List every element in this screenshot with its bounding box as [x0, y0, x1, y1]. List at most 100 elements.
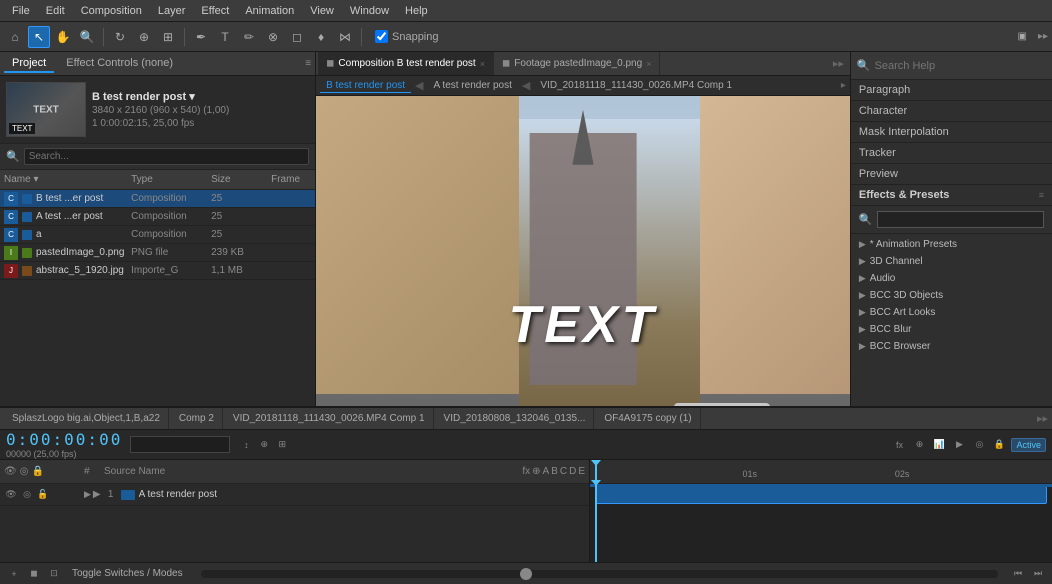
tl-footer-btn-2[interactable]: ◼ — [26, 566, 42, 582]
tab-project[interactable]: Project — [4, 55, 54, 73]
tool-type[interactable]: T — [214, 26, 236, 48]
timeline-tool-3[interactable]: ⊞ — [274, 437, 290, 453]
effects-item-3d-channel[interactable]: ▶ 3D Channel — [851, 253, 1052, 270]
tl-footer-btn-1[interactable]: + — [6, 566, 22, 582]
section-mask-interpolation[interactable]: Mask Interpolation — [851, 122, 1052, 143]
comp-tabs-more[interactable]: ▸▸ — [829, 57, 848, 70]
effects-item-bcc-blur[interactable]: ▶ BCC Blur — [851, 321, 1052, 338]
file-row-3[interactable]: I pastedImage_0.png PNG file 239 KB — [0, 244, 315, 262]
effects-item-bcc-art-looks[interactable]: ▶ BCC Art Looks — [851, 304, 1052, 321]
tl-footer-btn-3[interactable]: ⊡ — [46, 566, 62, 582]
viewer-tab-0[interactable]: B test render post — [320, 79, 411, 93]
tl-btn-solo[interactable]: ◎ — [971, 437, 987, 453]
menu-composition[interactable]: Composition — [73, 3, 150, 19]
section-paragraph[interactable]: Paragraph — [851, 80, 1052, 101]
timeline-search[interactable] — [130, 436, 230, 453]
file-row-1[interactable]: C A test ...er post Composition 25 — [0, 208, 315, 226]
menu-help[interactable]: Help — [397, 3, 436, 19]
viewer-tab-1[interactable]: A test render post — [428, 79, 518, 92]
file-color-3 — [22, 248, 32, 258]
tool-hand[interactable]: ✋ — [52, 26, 74, 48]
tl-btn-lock[interactable]: 🔒 — [991, 437, 1007, 453]
tool-shape[interactable]: ⋈ — [334, 26, 356, 48]
section-character[interactable]: Character — [851, 101, 1052, 122]
track-clip-0[interactable] — [595, 486, 1048, 504]
chevron-3d-channel: ▶ — [859, 256, 866, 267]
snapping-checkbox[interactable] — [375, 30, 388, 43]
section-tracker[interactable]: Tracker — [851, 143, 1052, 164]
effects-search-input[interactable] — [877, 211, 1044, 228]
timeline-tab-0[interactable]: SplaszLogo big.ai,Object,1,B,a22 — [4, 408, 169, 429]
tool-brush[interactable]: ✏ — [238, 26, 260, 48]
timeline-scrubber[interactable] — [201, 570, 998, 578]
tool-camera-pan[interactable]: ⊞ — [157, 26, 179, 48]
comp-tab-0[interactable]: ◼ Composition B test render post × — [318, 52, 494, 75]
tl-btn-fx[interactable]: fx — [891, 437, 907, 453]
tool-pen[interactable]: ✒ — [190, 26, 212, 48]
timeline-layer-row-0[interactable]: 👁 ◎ 🔓 ▶ ▶ 1 A test render post — [0, 484, 589, 506]
search-help-input[interactable] — [875, 60, 1046, 72]
effects-item-bcc-3d-objects[interactable]: ▶ BCC 3D Objects — [851, 287, 1052, 304]
effects-label-animation-presets: * Animation Presets — [870, 239, 957, 250]
layer-lock-btn[interactable]: 🔓 — [36, 488, 50, 502]
tool-zoom[interactable]: 🔍 — [76, 26, 98, 48]
file-row-4[interactable]: J abstrac_5_1920.jpg Importe_G 1,1 MB — [0, 262, 315, 280]
timeline-tabs-more[interactable]: ▸▸ — [1037, 412, 1048, 425]
effects-item-bcc-browser[interactable]: ▶ BCC Browser — [851, 338, 1052, 355]
toggle-switches-btn[interactable]: Toggle Switches / Modes — [66, 566, 189, 581]
menu-edit[interactable]: Edit — [38, 3, 73, 19]
track-row-0 — [590, 484, 1052, 506]
timeline-tool-2[interactable]: ⊕ — [256, 437, 272, 453]
workspace-btn[interactable]: ▣ — [1011, 26, 1034, 48]
effects-presets-menu-icon[interactable]: ≡ — [1039, 190, 1044, 200]
project-search-input[interactable] — [24, 148, 309, 165]
tool-home[interactable]: ⌂ — [4, 26, 26, 48]
tl-btn-render[interactable]: ▶ — [951, 437, 967, 453]
tl-footer-go-end[interactable]: ⏭ — [1030, 566, 1046, 582]
menu-view[interactable]: View — [302, 3, 342, 19]
comp-tab-label-0: Composition B test render post — [338, 58, 475, 69]
viewer-tabs-more[interactable]: ▸ — [841, 80, 846, 91]
tool-eraser[interactable]: ◻ — [286, 26, 308, 48]
comp-tab-1[interactable]: ◼ Footage pastedImage_0.png × — [494, 52, 660, 75]
tool-camera-orbit[interactable]: ⊕ — [133, 26, 155, 48]
timeline-tool-1[interactable]: ↕ — [238, 437, 254, 453]
effects-item-audio[interactable]: ▶ Audio — [851, 270, 1052, 287]
scrubber-handle[interactable] — [520, 568, 532, 580]
tool-rotate[interactable]: ↻ — [109, 26, 131, 48]
tl-footer-go-start[interactable]: ⏮ — [1010, 566, 1026, 582]
tool-puppet[interactable]: ♦ — [310, 26, 332, 48]
timeline-tab-1[interactable]: Comp 2 — [171, 408, 223, 429]
effects-label-bcc-blur: BCC Blur — [870, 324, 912, 335]
tl-btn-graph[interactable]: 📊 — [931, 437, 947, 453]
panel-menu-icon[interactable]: ≡ — [305, 58, 311, 69]
comp-tab-close-1[interactable]: × — [646, 59, 651, 69]
timeline-tab-4[interactable]: OF4A9175 copy (1) — [596, 408, 700, 429]
switch-c: C — [560, 466, 567, 477]
menu-effect[interactable]: Effect — [193, 3, 237, 19]
section-preview[interactable]: Preview — [851, 164, 1052, 185]
layer-expand-icon2[interactable]: ▶ — [93, 489, 101, 500]
menu-animation[interactable]: Animation — [237, 3, 302, 19]
tool-clone[interactable]: ⊗ — [262, 26, 284, 48]
timeline-tab-2[interactable]: VID_20181118_111430_0026.MP4 Comp 1 — [225, 408, 434, 429]
comp-tab-close-0[interactable]: × — [480, 59, 485, 69]
viewer-tab-2[interactable]: VID_20181118_111430_0026.MP4 Comp 1 — [534, 79, 738, 92]
tool-select[interactable]: ↖ — [28, 26, 50, 48]
effects-item-animation-presets[interactable]: ▶ * Animation Presets — [851, 236, 1052, 253]
text-overlay: TEXT — [509, 295, 658, 355]
file-icon-comp-2: C — [4, 228, 18, 242]
tab-effect-controls[interactable]: Effect Controls (none) — [58, 55, 181, 73]
layer-eye-btn[interactable]: 👁 — [4, 488, 18, 502]
timeline-tab-3[interactable]: VID_20180808_132046_0135... — [436, 408, 595, 429]
effects-presets-header[interactable]: Effects & Presets ≡ — [851, 185, 1052, 206]
tl-btn-motion[interactable]: ⊕ — [911, 437, 927, 453]
file-row-0[interactable]: C B test ...er post Composition 25 — [0, 190, 315, 208]
menu-layer[interactable]: Layer — [150, 3, 194, 19]
menu-file[interactable]: File — [4, 3, 38, 19]
menu-window[interactable]: Window — [342, 3, 397, 19]
file-type-4: Importe_G — [131, 265, 211, 276]
file-row-2[interactable]: C a Composition 25 — [0, 226, 315, 244]
layer-solo-btn[interactable]: ◎ — [20, 488, 34, 502]
layer-expand-icon[interactable]: ▶ — [84, 489, 91, 500]
